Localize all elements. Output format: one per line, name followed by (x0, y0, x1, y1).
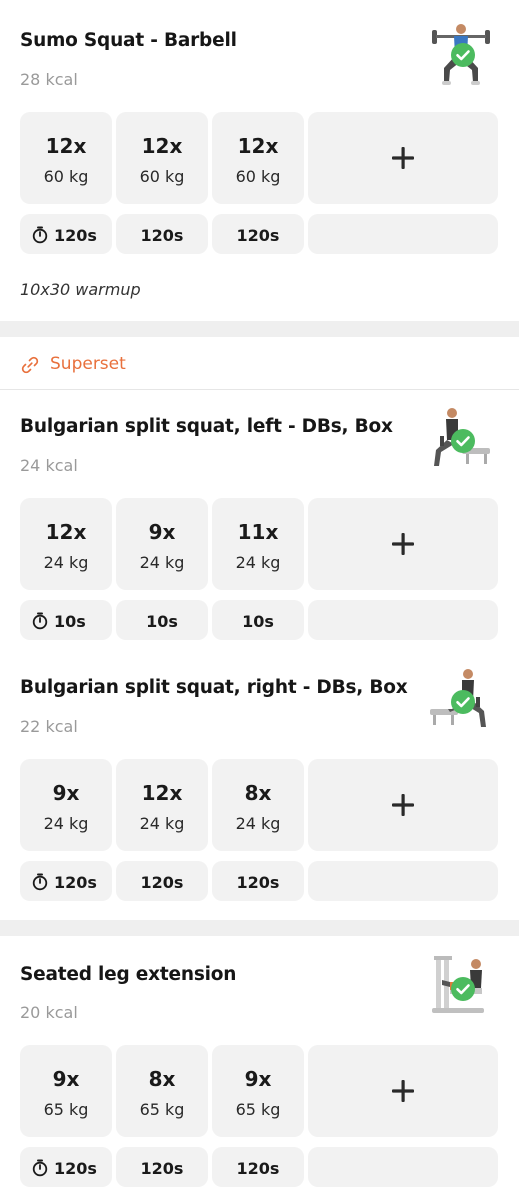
stopwatch-icon (32, 226, 48, 244)
set-weight: 60 kg (235, 167, 281, 186)
rest-time: 120s (32, 1159, 112, 1178)
set-weight: 24 kg (43, 814, 89, 833)
set-reps: 8x (244, 781, 272, 805)
exercise-note[interactable]: 10x30 warmup (20, 280, 141, 299)
set-weight: 24 kg (43, 553, 89, 572)
rest-cell[interactable]: 120s (212, 1147, 304, 1187)
rest-time: 120s (236, 1159, 280, 1178)
exercise-title[interactable]: Sumo Squat - Barbell (20, 30, 237, 51)
set-reps: 11x (237, 520, 279, 544)
add-set-button[interactable] (308, 759, 498, 851)
set-reps: 9x (148, 520, 176, 544)
rest-cell[interactable]: 120s (20, 214, 112, 254)
set-weight: 65 kg (139, 1100, 185, 1119)
check-circle-icon (451, 690, 475, 718)
rest-cell-empty (308, 1147, 498, 1187)
set-cell[interactable]: 9x 65 kg (212, 1045, 304, 1137)
set-cell[interactable]: 11x 24 kg (212, 498, 304, 590)
set-reps: 9x (52, 1067, 80, 1091)
exercise-card-sumo-squat: Sumo Squat - Barbell 28 kcal 12x 60 kg 1… (0, 0, 519, 321)
rest-cell[interactable]: 120s (20, 861, 112, 901)
set-reps: 12x (141, 134, 183, 158)
plus-icon (308, 524, 498, 568)
rest-cell[interactable]: 120s (212, 214, 304, 254)
superset-divider (0, 389, 519, 390)
rest-cell[interactable]: 10s (212, 600, 304, 640)
set-weight: 65 kg (43, 1100, 89, 1119)
rest-time: 10s (32, 612, 112, 631)
stopwatch-icon (32, 1159, 48, 1177)
superset-label: Superset (50, 354, 126, 374)
rest-time: 10s (242, 612, 274, 631)
rest-cell[interactable]: 10s (20, 600, 112, 640)
rest-cell[interactable]: 120s (212, 861, 304, 901)
check-circle-icon (451, 429, 475, 457)
set-cell[interactable]: 12x 24 kg (20, 498, 112, 590)
set-weight: 24 kg (139, 814, 185, 833)
rest-cell-empty (308, 214, 498, 254)
set-weight: 24 kg (139, 553, 185, 572)
set-cell[interactable]: 12x 60 kg (20, 112, 112, 204)
exercise-kcal: 24 kcal (20, 456, 78, 475)
stopwatch-icon (32, 873, 48, 891)
set-reps: 12x (237, 134, 279, 158)
rest-time: 120s (140, 1159, 184, 1178)
exercise-kcal: 22 kcal (20, 717, 78, 736)
rest-cell[interactable]: 10s (116, 600, 208, 640)
rest-time: 120s (140, 873, 184, 892)
add-set-button[interactable] (308, 1045, 498, 1137)
set-cell[interactable]: 9x 65 kg (20, 1045, 112, 1137)
set-cell[interactable]: 8x 65 kg (116, 1045, 208, 1137)
rest-cell[interactable]: 120s (116, 861, 208, 901)
set-weight: 60 kg (43, 167, 89, 186)
set-cell[interactable]: 9x 24 kg (116, 498, 208, 590)
set-cell[interactable]: 8x 24 kg (212, 759, 304, 851)
rest-time: 10s (146, 612, 178, 631)
plus-icon (308, 138, 498, 182)
add-set-button[interactable] (308, 112, 498, 204)
exercise-kcal: 20 kcal (20, 1003, 78, 1022)
rest-cell-empty (308, 861, 498, 901)
rest-time: 120s (32, 226, 112, 245)
exercise-title[interactable]: Bulgarian split squat, left - DBs, Box (20, 416, 393, 437)
set-weight: 60 kg (139, 167, 185, 186)
set-weight: 24 kg (235, 814, 281, 833)
exercise-title[interactable]: Bulgarian split squat, right - DBs, Box (20, 677, 408, 698)
rest-time: 120s (236, 873, 280, 892)
exercise-title[interactable]: Seated leg extension (20, 964, 236, 985)
set-cell[interactable]: 9x 24 kg (20, 759, 112, 851)
stopwatch-icon (32, 612, 48, 630)
rest-cell[interactable]: 120s (116, 214, 208, 254)
exercise-card-leg-extension: Seated leg extension 20 kcal 9x 65 kg 8x… (0, 936, 519, 1200)
set-reps: 9x (244, 1067, 272, 1091)
rest-cell[interactable]: 120s (116, 1147, 208, 1187)
link-icon (20, 355, 40, 379)
set-cell[interactable]: 12x 24 kg (116, 759, 208, 851)
rest-time: 120s (140, 226, 184, 245)
rest-time: 120s (32, 873, 112, 892)
rest-time: 120s (236, 226, 280, 245)
plus-icon (308, 1071, 498, 1115)
check-circle-icon (451, 977, 475, 1005)
set-reps: 8x (148, 1067, 176, 1091)
set-reps: 12x (45, 520, 87, 544)
exercise-kcal: 28 kcal (20, 70, 78, 89)
set-weight: 65 kg (235, 1100, 281, 1119)
check-circle-icon (451, 43, 475, 71)
set-reps: 12x (141, 781, 183, 805)
rest-cell[interactable]: 120s (20, 1147, 112, 1187)
set-cell[interactable]: 12x 60 kg (212, 112, 304, 204)
set-reps: 9x (52, 781, 80, 805)
superset-card: Superset Bulgarian split squat, left - D… (0, 337, 519, 920)
plus-icon (308, 785, 498, 829)
set-cell[interactable]: 12x 60 kg (116, 112, 208, 204)
add-set-button[interactable] (308, 498, 498, 590)
set-reps: 12x (45, 134, 87, 158)
rest-cell-empty (308, 600, 498, 640)
set-weight: 24 kg (235, 553, 281, 572)
